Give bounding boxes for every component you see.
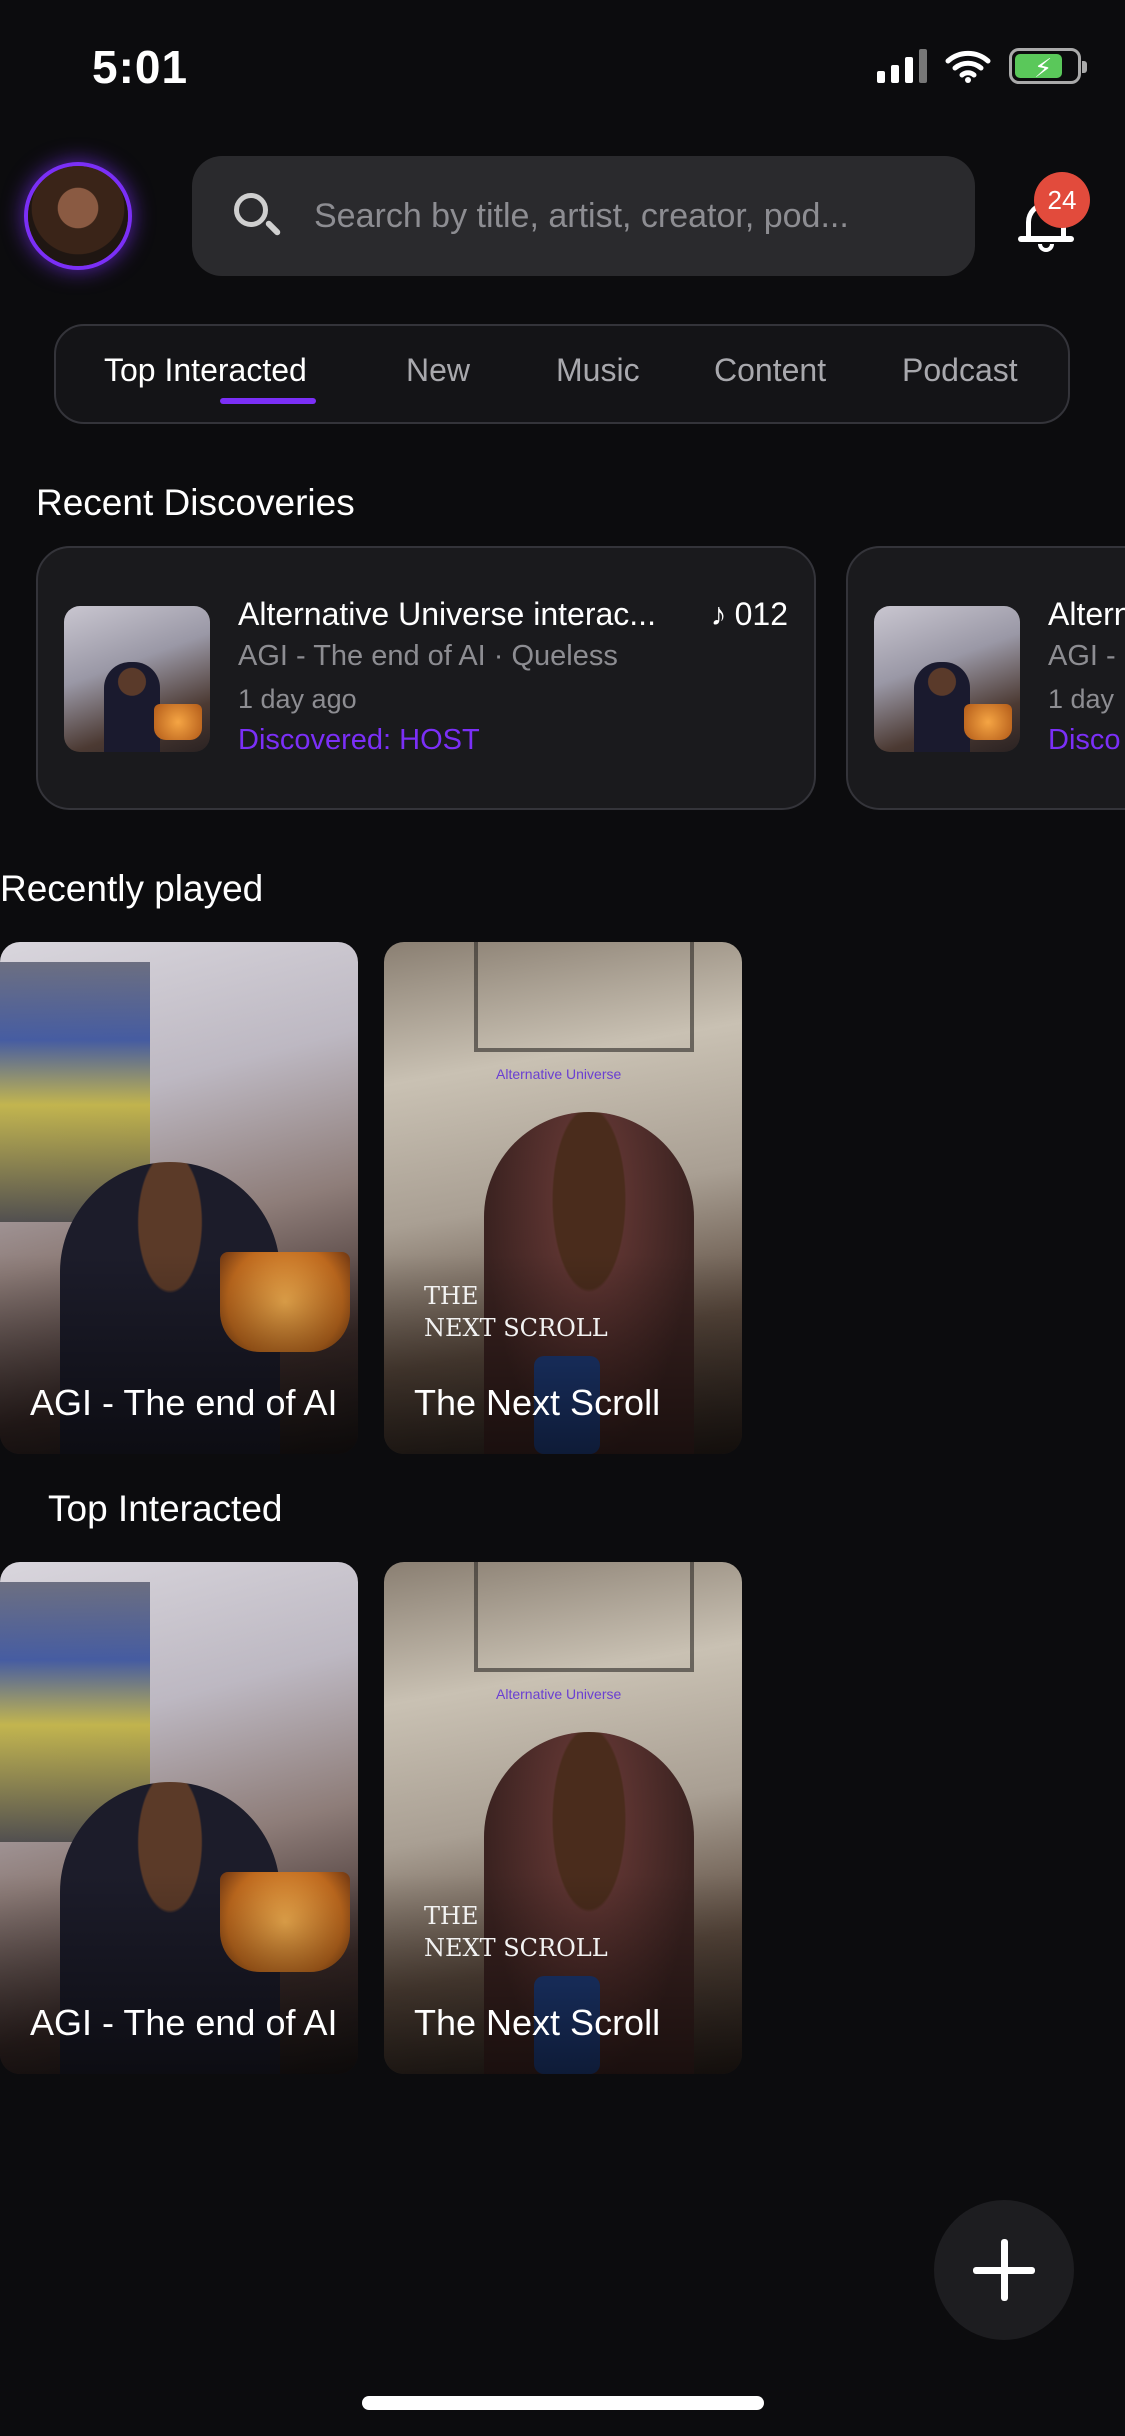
notification-badge: 24	[1034, 172, 1090, 228]
video-card[interactable]: Alternative Universe THE NEXT SCROLL The…	[384, 942, 742, 1454]
signal-icon	[877, 49, 927, 83]
video-title: AGI - The end of AI	[30, 2002, 338, 2043]
discovery-card[interactable]: Alternative Universe interac... ♪ 012 AG…	[36, 546, 816, 810]
discovery-count: ♪ 012	[711, 596, 788, 633]
discovery-count-value: 012	[734, 596, 788, 632]
category-tabs: Top Interacted New Music Content Podcast	[54, 324, 1070, 424]
alternative-universe-logo: Alternative Universe	[496, 1066, 622, 1082]
video-title: AGI - The end of AI	[30, 1382, 338, 1423]
tab-new[interactable]: New	[406, 352, 470, 389]
discovery-meta: AGI - The end of AI · Queless	[238, 640, 618, 672]
search-input[interactable]: Search by title, artist, creator, pod...	[192, 156, 975, 276]
discovery-card[interactable]: Altern AGI - 1 day Disco	[846, 546, 1125, 810]
video-title: The Next Scroll	[414, 1382, 661, 1423]
discovery-meta: AGI -	[1048, 640, 1116, 672]
video-card[interactable]: Alternative Universe THE NEXT SCROLL The…	[384, 1562, 742, 2074]
home-indicator[interactable]	[362, 2396, 764, 2410]
video-overlay-text: THE NEXT SCROLL	[424, 1282, 608, 1342]
discovery-time: 1 day	[1048, 684, 1115, 714]
status-icons: ⚡	[877, 48, 1087, 84]
avatar[interactable]	[24, 162, 132, 270]
alternative-universe-logo: Alternative Universe	[496, 1686, 622, 1702]
discovery-thumbnail	[874, 606, 1020, 752]
video-overlay-text: THE NEXT SCROLL	[424, 1902, 608, 1962]
recent-discoveries-title: Recent Discoveries	[36, 482, 355, 523]
search-placeholder: Search by title, artist, creator, pod...	[314, 196, 849, 235]
discovery-thumbnail	[64, 606, 210, 752]
tab-music[interactable]: Music	[556, 352, 640, 389]
discovery-host: Disco	[1048, 724, 1121, 756]
tab-podcast[interactable]: Podcast	[902, 352, 1018, 389]
video-title: The Next Scroll	[414, 2002, 661, 2043]
discovery-host: Discovered: HOST	[238, 724, 480, 756]
wifi-icon	[945, 50, 991, 83]
add-button[interactable]	[934, 2200, 1074, 2340]
discovery-time: 1 day ago	[238, 684, 357, 714]
discovery-title: Altern	[1048, 596, 1125, 632]
music-note-icon: ♪	[710, 596, 727, 632]
tab-top-interacted[interactable]: Top Interacted	[104, 352, 307, 389]
top-interacted-title: Top Interacted	[48, 1488, 283, 1529]
video-card[interactable]: AGI - The end of AI	[0, 942, 358, 1454]
battery-charging-icon: ⚡	[1009, 48, 1087, 84]
search-icon	[232, 191, 282, 241]
tab-content[interactable]: Content	[714, 352, 826, 389]
plus-icon	[973, 2239, 1035, 2301]
recently-played-title: Recently played	[0, 868, 264, 909]
active-tab-indicator	[220, 398, 316, 404]
video-card[interactable]: AGI - The end of AI	[0, 1562, 358, 2074]
discovery-title: Alternative Universe interac...	[238, 596, 656, 632]
status-time: 5:01	[92, 41, 189, 93]
